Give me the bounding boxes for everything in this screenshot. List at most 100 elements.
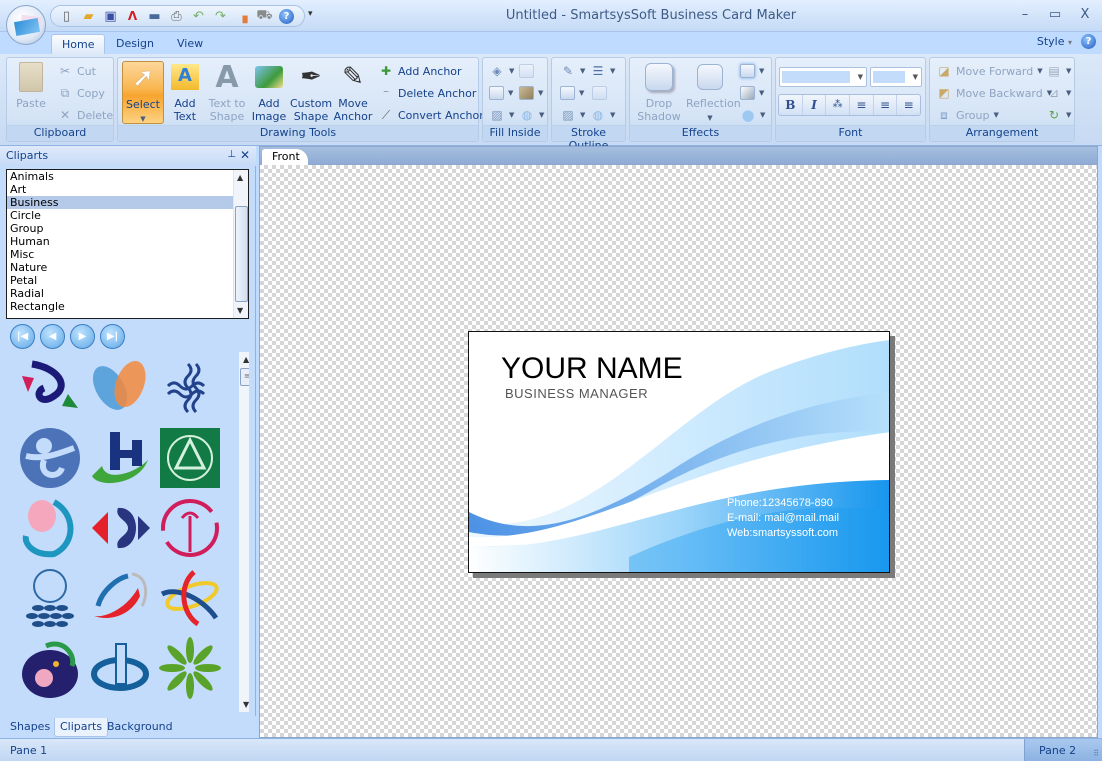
card-job-title-text[interactable]: BUSINESS MANAGER (505, 386, 648, 401)
move-anchor-button[interactable]: ✎ Move Anchor (332, 61, 374, 124)
clipart-item[interactable] (158, 356, 222, 420)
copy-button[interactable]: ⧉ Copy (57, 83, 105, 103)
scroll-up-icon[interactable]: ▲ (237, 173, 243, 182)
stroke-image-button[interactable]: ▨ ▼ (560, 105, 585, 125)
tab-background[interactable]: Background (102, 718, 178, 737)
tab-shapes[interactable]: Shapes (5, 718, 55, 737)
clipart-item[interactable] (18, 636, 82, 700)
clipart-item[interactable] (88, 496, 152, 560)
clipart-item[interactable] (158, 426, 222, 490)
scroll-down-icon[interactable]: ▼ (243, 700, 249, 709)
style-menu[interactable]: Style ▾ (1037, 35, 1072, 48)
custom-shape-button[interactable]: ✒ Custom Shape (290, 61, 332, 124)
align-button[interactable]: ▤ ▼ (1046, 61, 1071, 81)
paste-button[interactable]: Paste (10, 61, 52, 124)
tab-cliparts[interactable]: Cliparts (54, 718, 109, 737)
drop-shadow-button[interactable]: Drop Shadow ▼ (636, 61, 682, 135)
prev-page-button[interactable]: ◀ (40, 324, 65, 349)
category-item[interactable]: Animals (7, 170, 233, 183)
business-card[interactable]: YOUR NAME BUSINESS MANAGER Phone:1234567… (468, 331, 890, 573)
fill-color-button[interactable]: ◈ ▼ (489, 61, 514, 81)
group-button[interactable]: ⧈ Group ▼ (936, 105, 999, 125)
clipart-item[interactable] (18, 356, 82, 420)
close-panel-icon[interactable]: ✕ (240, 148, 250, 162)
font-name-select[interactable]: ▼ (779, 67, 867, 87)
move-forward-button[interactable]: ◪ Move Forward ▼ (936, 61, 1042, 81)
clipart-item[interactable] (158, 566, 222, 630)
clipart-item[interactable] (18, 566, 82, 630)
card-email-text[interactable]: E-mail: mail@mail.mail (727, 511, 839, 526)
category-item[interactable]: Art (7, 183, 233, 196)
clipart-item[interactable] (88, 426, 152, 490)
next-page-button[interactable]: ▶ (70, 324, 95, 349)
stroke-gradient-button[interactable]: ▼ (560, 83, 584, 103)
align-center-button[interactable]: ≡ (874, 95, 898, 115)
clipart-item[interactable] (88, 566, 152, 630)
font-size-select[interactable]: ▼ (870, 67, 922, 87)
tab-home[interactable]: Home (51, 34, 106, 55)
bevel-button[interactable]: ▼ (740, 83, 764, 103)
align-left-button[interactable]: ≡ (850, 95, 874, 115)
clipart-scrollbar[interactable]: ▲ ≡ ▼ (239, 352, 249, 712)
add-image-button[interactable]: Add Image (248, 61, 290, 124)
clipart-item[interactable] (18, 426, 82, 490)
last-page-button[interactable]: ▶| (100, 324, 125, 349)
stroke-none-button[interactable] (592, 83, 607, 103)
text-to-shape-button[interactable]: A Text to Shape (206, 61, 248, 124)
close-button[interactable]: X (1076, 7, 1094, 22)
category-item[interactable]: Human (7, 235, 233, 248)
convert-anchor-button[interactable]: ⟋ Convert Anchor (378, 105, 484, 125)
application-menu-button[interactable] (6, 5, 46, 45)
minimize-button[interactable]: – (1016, 7, 1034, 22)
stroke-radial-button[interactable]: ◍ ▼ (590, 105, 616, 125)
fill-radial-button[interactable]: ◍ ▼ (519, 105, 545, 125)
clipart-item[interactable] (88, 636, 152, 700)
card-phone-text[interactable]: Phone:12345678-890 (727, 496, 839, 511)
add-text-button[interactable]: A Add Text (164, 61, 206, 124)
char-spacing-button[interactable]: ⁂ (826, 95, 851, 115)
category-item[interactable]: Nature (7, 261, 233, 274)
cut-button[interactable]: ✂ Cut (57, 61, 96, 81)
card-contact-block[interactable]: Phone:12345678-890 E-mail: mail@mail.mai… (727, 496, 839, 541)
clipart-item[interactable] (158, 636, 222, 700)
category-item[interactable]: Circle (7, 209, 233, 222)
flip-button[interactable]: ⊿ ▼ (1046, 83, 1071, 103)
italic-button[interactable]: I (803, 95, 827, 115)
category-list[interactable]: Animals Art Business Circle Group Human … (6, 169, 249, 319)
soft-edge-button[interactable]: ● ▼ (740, 105, 765, 125)
stroke-color-button[interactable]: ✎ ▼ (560, 61, 585, 81)
resize-grip-icon[interactable]: ⠿ (1093, 749, 1099, 758)
category-item-selected[interactable]: Business (7, 196, 233, 209)
reflection-button[interactable]: Reflection ▼ (686, 61, 741, 124)
category-item[interactable]: Misc (7, 248, 233, 261)
category-item[interactable]: Radial (7, 287, 233, 300)
clipart-item[interactable] (18, 496, 82, 560)
stroke-weight-button[interactable]: ☰ ▼ (590, 61, 616, 81)
design-canvas[interactable]: YOUR NAME BUSINESS MANAGER Phone:1234567… (260, 165, 1097, 737)
add-anchor-button[interactable]: ✚ Add Anchor (378, 61, 462, 81)
align-right-button[interactable]: ≡ (897, 95, 920, 115)
scroll-down-icon[interactable]: ▼ (237, 306, 243, 315)
glow-button[interactable]: ▼ (740, 61, 764, 81)
category-scrollbar[interactable]: ▲ ▼ (233, 170, 248, 318)
fill-image-button[interactable]: ▨ ▼ (489, 105, 514, 125)
category-item[interactable]: Group (7, 222, 233, 235)
clipart-item[interactable] (158, 496, 222, 560)
fill-texture-button[interactable]: ▼ (519, 83, 543, 103)
clipart-item[interactable] (88, 356, 152, 420)
scroll-up-icon[interactable]: ▲ (243, 355, 249, 364)
maximize-button[interactable]: ▭ (1046, 7, 1064, 22)
first-page-button[interactable]: |◀ (10, 324, 35, 349)
rotate-button[interactable]: ↻ ▼ (1046, 105, 1071, 125)
move-backward-button[interactable]: ◩ Move Backward ▼ (936, 83, 1052, 103)
tab-view[interactable]: View (167, 34, 213, 55)
fill-none-button[interactable] (519, 61, 534, 81)
scroll-thumb[interactable]: ≡ (240, 368, 249, 386)
select-button[interactable]: ➚ Select ▼ (122, 61, 164, 124)
tab-front[interactable]: Front (262, 149, 308, 165)
delete-anchor-button[interactable]: ⁻ Delete Anchor (378, 83, 477, 103)
tab-design[interactable]: Design (106, 34, 164, 55)
scroll-thumb[interactable] (235, 206, 248, 302)
fill-gradient-button[interactable]: ▼ (489, 83, 513, 103)
pin-icon[interactable]: ⊥ (227, 149, 236, 160)
